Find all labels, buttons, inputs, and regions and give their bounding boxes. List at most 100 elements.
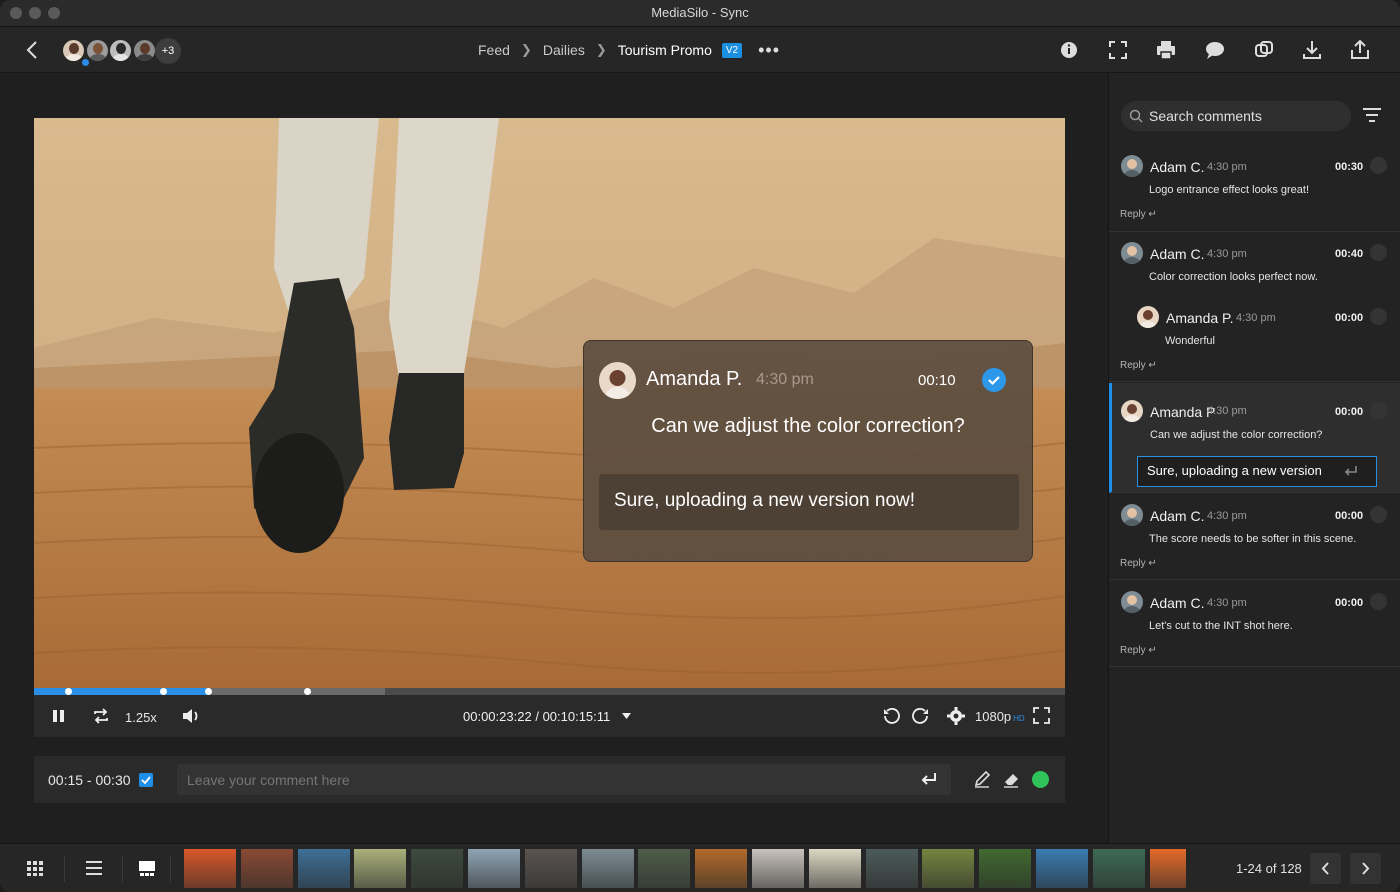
breadcrumb-dailies[interactable]: Dailies (543, 42, 585, 58)
more-options-icon[interactable]: ••• (758, 41, 780, 59)
comment-timecode[interactable]: 00:40 (1335, 248, 1363, 260)
resolve-toggle[interactable] (1370, 157, 1387, 174)
avatar[interactable] (108, 38, 133, 63)
video-thumbnail[interactable] (354, 849, 407, 888)
info-icon[interactable] (1058, 39, 1080, 61)
quality-selector[interactable]: 1080p HD (975, 709, 1025, 724)
video-thumbnail[interactable] (865, 849, 918, 888)
list-view-icon[interactable] (84, 858, 104, 878)
comment-author: Adam C. (1150, 246, 1205, 262)
forward-icon[interactable] (912, 707, 930, 725)
video-thumbnail[interactable] (752, 849, 804, 888)
prev-page-button[interactable] (1310, 853, 1341, 884)
volume-icon[interactable] (182, 708, 201, 724)
playback-speed[interactable]: 1.25x (125, 710, 157, 725)
video-thumbnail[interactable] (240, 849, 293, 888)
video-thumbnail[interactable] (979, 849, 1032, 888)
reply-button[interactable]: Reply ↵ (1120, 360, 1157, 371)
player-fullscreen-icon[interactable] (1033, 707, 1050, 724)
video-thumbnail[interactable] (1092, 849, 1145, 888)
resolve-toggle[interactable] (1370, 506, 1387, 523)
comment-text: Let's cut to the INT shot here. (1149, 620, 1293, 632)
next-page-button[interactable] (1350, 853, 1381, 884)
comment-marker[interactable] (205, 688, 212, 695)
breadcrumb: Feed ❯ Dailies ❯ Tourism Promo V2 ••• (478, 41, 780, 59)
download-icon[interactable] (1301, 39, 1323, 61)
resolve-toggle[interactable] (1370, 402, 1387, 419)
comment-item[interactable]: Adam C. 4:30 pm 00:40 Color correction l… (1109, 233, 1400, 382)
version-badge[interactable]: V2 (721, 42, 743, 58)
resolve-toggle[interactable] (1370, 308, 1387, 325)
upload-icon[interactable] (1349, 39, 1371, 61)
video-thumbnail[interactable] (184, 849, 236, 888)
comment-timecode[interactable]: 00:00 (1335, 406, 1363, 418)
video-thumbnail[interactable] (411, 849, 464, 888)
reply-label: Reply (1120, 558, 1146, 569)
comment-range[interactable]: 00:15 - 00:30 (48, 772, 131, 788)
more-collaborators-badge[interactable]: +3 (155, 38, 181, 64)
comment-timecode[interactable]: 00:00 (1335, 510, 1363, 522)
reply-label: Reply (1120, 209, 1146, 220)
avatar[interactable] (132, 38, 157, 63)
video-thumbnail[interactable] (922, 849, 975, 888)
pause-icon[interactable] (52, 709, 65, 723)
color-picker-swatch[interactable] (1032, 771, 1049, 788)
video-thumbnail[interactable] (581, 849, 634, 888)
comment-item[interactable]: Adam C. 4:30 pm 00:30 Logo entrance effe… (1109, 146, 1400, 232)
comment-marker[interactable] (160, 688, 167, 695)
video-thumbnail[interactable] (1149, 849, 1186, 888)
compare-icon[interactable] (1253, 39, 1275, 61)
chevron-down-icon[interactable] (622, 713, 631, 719)
video-thumbnail[interactable] (524, 849, 577, 888)
comment-marker[interactable] (65, 688, 72, 695)
overlay-timecode[interactable]: 00:10 (918, 372, 956, 389)
video-thumbnail[interactable] (695, 849, 748, 888)
progress-track[interactable] (34, 688, 1065, 695)
resolve-check-icon[interactable] (982, 368, 1006, 392)
video-thumbnail[interactable] (468, 849, 520, 888)
video-thumbnail[interactable] (1036, 849, 1088, 888)
filmstrip-view-icon[interactable] (137, 858, 157, 878)
overlay-reply[interactable]: Sure, uploading a new version now! (599, 474, 1019, 530)
reply-button[interactable]: Reply ↵ (1120, 209, 1157, 220)
video-thumbnail[interactable] (638, 849, 691, 888)
breadcrumb-feed[interactable]: Feed (478, 42, 510, 58)
reply-button[interactable]: Reply ↵ (1120, 645, 1157, 656)
enter-icon[interactable] (919, 769, 939, 789)
chevron-right-icon: ❯ (520, 42, 532, 57)
comment-timecode[interactable]: 00:00 (1335, 597, 1363, 609)
pen-icon[interactable] (973, 770, 991, 788)
filter-icon[interactable] (1361, 106, 1383, 126)
comment-timecode[interactable]: 00:00 (1335, 312, 1363, 324)
range-checkbox[interactable] (139, 773, 153, 787)
loop-icon[interactable] (92, 708, 110, 724)
divider (122, 856, 123, 882)
enter-icon[interactable] (1343, 464, 1359, 478)
eraser-icon[interactable] (1002, 770, 1020, 788)
video-thumbnail[interactable] (297, 849, 350, 888)
settings-gear-icon[interactable] (947, 707, 965, 725)
header-toolbar: +3 Feed ❯ Dailies ❯ Tourism Promo V2 ••• (0, 27, 1400, 73)
divider (64, 856, 65, 882)
back-arrow-icon[interactable] (22, 39, 44, 61)
reply-button[interactable]: Reply ↵ (1120, 558, 1157, 569)
comment-marker[interactable] (304, 688, 311, 695)
print-icon[interactable] (1155, 39, 1177, 61)
comment-timecode[interactable]: 00:30 (1335, 161, 1363, 173)
overlay-time: 4:30 pm (756, 371, 814, 388)
resolve-toggle[interactable] (1370, 244, 1387, 261)
video-thumbnail[interactable] (808, 849, 861, 888)
comment-item[interactable]: Adam C. 4:30 pm 00:00 Let's cut to the I… (1109, 581, 1400, 667)
fullscreen-icon[interactable] (1107, 39, 1129, 61)
comment-author: Amanda P (1150, 404, 1216, 420)
grid-view-icon[interactable] (25, 858, 45, 878)
comment-item[interactable]: Adam C. 4:30 pm 00:00 The score needs to… (1109, 494, 1400, 580)
comment-item-active[interactable]: Amanda P 4:30 pm 00:00 Can we adjust the… (1109, 383, 1400, 493)
reply-input[interactable]: Sure, uploading a new version (1137, 456, 1377, 487)
comments-icon[interactable] (1204, 39, 1226, 61)
rewind-icon[interactable] (882, 707, 900, 725)
resolve-toggle[interactable] (1370, 593, 1387, 610)
comment-input[interactable] (177, 764, 951, 795)
search-input[interactable]: Search comments (1121, 101, 1351, 131)
comment-text: Can we adjust the color correction? (1150, 429, 1323, 441)
